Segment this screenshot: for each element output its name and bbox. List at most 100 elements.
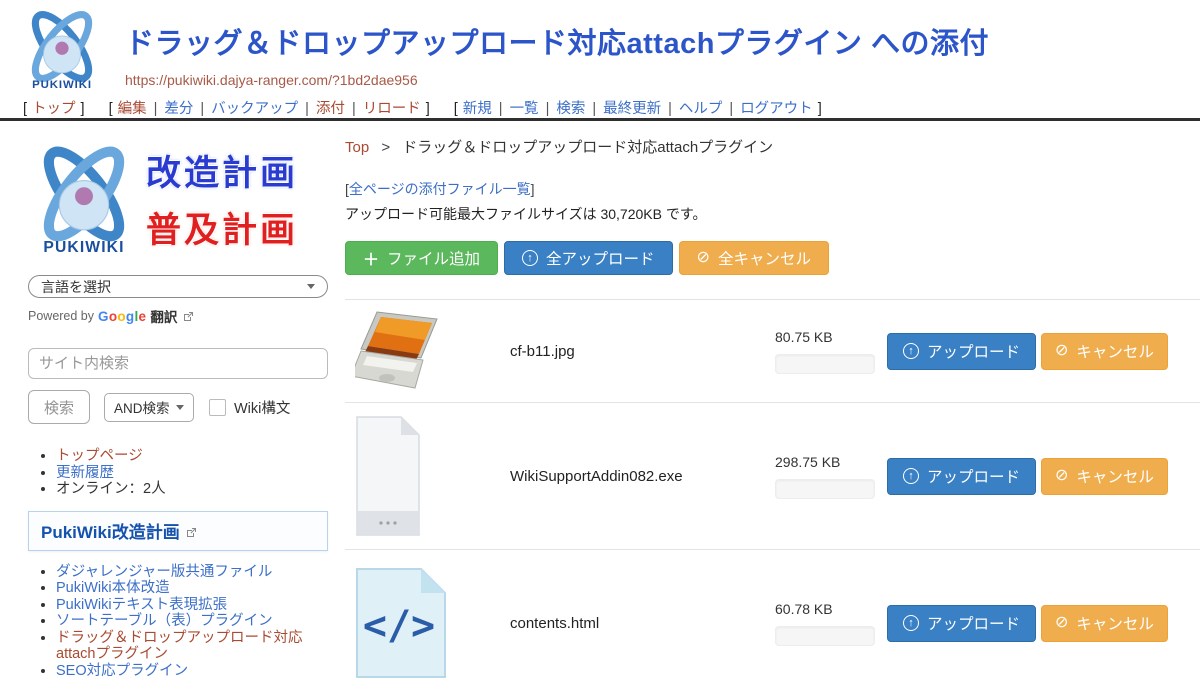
nav-item-new[interactable]: 新規 [463, 101, 492, 117]
list-item: PukiWiki本体改造 [56, 580, 329, 597]
generic-file-icon [355, 415, 421, 537]
main-content: Top > ドラッグ＆ドロップアップロード対応attachプラグイン [全ページ… [345, 124, 1200, 630]
upload-button[interactable]: ↑ アップロード [887, 458, 1036, 495]
upload-file-list: cf-b11.jpg 80.75 KB ↑ アップロード ⊘ キャンセル [345, 299, 1200, 696]
nav-item-search[interactable]: 検索 [556, 101, 585, 117]
sidebar-links-plugins: ダジャレンジャー版共通ファイル PukiWiki本体改造 PukiWikiテキス… [56, 564, 329, 680]
search-button[interactable]: 検索 [28, 390, 90, 424]
upload-circle-icon: ↑ [903, 468, 919, 484]
upload-progress-bar [775, 479, 875, 499]
logo-slogan-fukyu: 普及計画 [146, 202, 298, 253]
upload-progress-bar [775, 626, 875, 646]
sidebar-item-seo-plugin[interactable]: SEO対応プラグイン [56, 663, 188, 679]
file-size: 298.75 KB [775, 454, 887, 470]
pukiwiki-kaizo-link[interactable]: PukiWiki改造計画 [41, 523, 180, 542]
nav-item-top[interactable]: トップ [32, 101, 76, 117]
sidebar-item-history[interactable]: 更新履歴 [56, 465, 114, 481]
nav-item-backup[interactable]: バックアップ [211, 101, 298, 117]
language-select[interactable]: 言語を選択 [28, 275, 328, 298]
laptop-photo-thumbnail [355, 310, 449, 392]
nav-item-recent[interactable]: 最終更新 [603, 101, 661, 117]
cancel-button[interactable]: ⊘ キャンセル [1041, 333, 1168, 370]
sidebar-item-common-files[interactable]: ダジャレンジャー版共通ファイル [56, 564, 272, 580]
ban-icon: ⊘ [1055, 468, 1068, 484]
online-count: オンライン：2人 [56, 481, 166, 497]
top-navbar: [トップ] [編集|差分|バックアップ|添付|リロード] [新規|一覧|検索|最… [0, 96, 1200, 121]
sidebar-item-core-mod[interactable]: PukiWiki本体改造 [56, 580, 170, 596]
bracket: [ [109, 101, 113, 117]
wiki-syntax-label: Wiki構文 [234, 397, 290, 418]
list-item: トップページ [56, 448, 329, 465]
nav-item-attach[interactable]: 添付 [316, 101, 345, 117]
upload-progress-bar [775, 354, 875, 374]
breadcrumb-top-link[interactable]: Top [345, 139, 369, 156]
wiki-syntax-checkbox[interactable] [209, 399, 226, 416]
sidebar-logo[interactable]: PUKIWIKI 改造計画 普及計画 [28, 136, 329, 261]
logo-wordmark: PUKIWIKI [43, 239, 124, 256]
sidebar-item-sort-table[interactable]: ソートテーブル（表）プラグイン [56, 613, 273, 629]
upload-button[interactable]: ↑ アップロード [887, 605, 1036, 642]
html-file-icon: </> [355, 567, 447, 679]
sidebar-featured-box: PukiWiki改造計画 [28, 511, 328, 551]
cancel-button[interactable]: ⊘ キャンセル [1041, 605, 1168, 642]
list-item: 更新履歴 [56, 465, 329, 482]
translate-link[interactable]: 翻訳 [150, 306, 177, 326]
breadcrumb: Top > ドラッグ＆ドロップアップロード対応attachプラグイン [345, 136, 1200, 157]
sidebar-item-toppage[interactable]: トップページ [56, 448, 143, 464]
site-search-input[interactable] [28, 348, 328, 379]
max-upload-size-text: アップロード可能最大ファイルサイズは 30,720KB です。 [345, 204, 1200, 224]
all-attachments-link[interactable]: 全ページの添付ファイル一覧 [349, 181, 531, 197]
table-row: cf-b11.jpg 80.75 KB ↑ アップロード ⊘ キャンセル [345, 299, 1200, 402]
page-header: PUKIWIKI ドラッグ＆ドロップアップロード対応attachプラグイン への… [0, 0, 1200, 96]
ban-icon: ⊘ [1055, 615, 1068, 631]
svg-text:</>: </> [363, 603, 435, 649]
cancel-button[interactable]: ⊘ キャンセル [1041, 458, 1168, 495]
list-item: PukiWikiテキスト表現拡張 [56, 597, 329, 614]
nav-item-reload[interactable]: リロード [363, 101, 421, 117]
nav-item-help[interactable]: ヘルプ [679, 101, 723, 117]
search-mode-value: AND検索 [114, 397, 170, 417]
sidebar: PUKIWIKI 改造計画 普及計画 言語を選択 Powered by Goog… [0, 124, 345, 679]
logo-wordmark: PUKIWIKI [32, 79, 92, 91]
list-item: ダジャレンジャー版共通ファイル [56, 564, 329, 581]
external-link-icon [183, 311, 194, 322]
upload-circle-icon: ↑ [522, 250, 538, 266]
breadcrumb-current: ドラッグ＆ドロップアップロード対応attachプラグイン [402, 139, 773, 156]
bracket: ] [818, 101, 822, 117]
add-files-button[interactable]: ＋ ファイル追加 [345, 241, 498, 275]
bracket: ] [426, 101, 430, 117]
list-item: ソートテーブル（表）プラグイン [56, 613, 329, 630]
nav-item-logout[interactable]: ログアウト [740, 101, 813, 117]
bracket: [ [23, 101, 27, 117]
list-item: オンライン：2人 [56, 481, 329, 498]
powered-by-text: Powered by [28, 309, 94, 323]
nav-item-list[interactable]: 一覧 [510, 101, 539, 117]
logo-slogan-kaizo: 改造計画 [146, 145, 298, 196]
plus-icon: ＋ [363, 246, 379, 270]
chevron-down-icon [307, 284, 315, 289]
upload-button[interactable]: ↑ アップロード [887, 333, 1036, 370]
cancel-all-button[interactable]: ⊘ 全キャンセル [679, 241, 829, 275]
sidebar-item-dragdrop-attach[interactable]: ドラッグ＆ドロップアップロード対応attachプラグイン [56, 630, 303, 663]
file-size: 60.78 KB [775, 601, 887, 617]
sidebar-item-text-ext[interactable]: PukiWikiテキスト表現拡張 [56, 597, 227, 613]
ban-icon: ⊘ [697, 250, 710, 266]
nav-item-diff[interactable]: 差分 [164, 101, 193, 117]
attach-list-line: [全ページの添付ファイル一覧] [345, 179, 1200, 199]
upload-all-button[interactable]: ↑ 全アップロード [504, 241, 673, 275]
table-row: </> contents.html 60.78 KB ↑ アップロード ⊘ キャ… [345, 549, 1200, 696]
page-url-link[interactable]: https://pukiwiki.dajya-ranger.com/?1bd2d… [125, 72, 418, 88]
pukiwiki-atom-logo[interactable]: PUKIWIKI [16, 6, 108, 94]
language-select-value: 言語を選択 [41, 277, 111, 297]
nav-item-edit[interactable]: 編集 [118, 101, 147, 117]
pukiwiki-atom-logo-small: PUKIWIKI [28, 140, 140, 258]
external-link-icon [186, 527, 197, 538]
upload-toolbar: ＋ ファイル追加 ↑ 全アップロード ⊘ 全キャンセル [345, 241, 1200, 275]
google-logo: Google [98, 309, 146, 324]
chevron-down-icon [176, 405, 184, 410]
google-translate-attribution: Powered by Google 翻訳 [28, 306, 329, 326]
file-name: cf-b11.jpg [510, 343, 775, 360]
table-row: WikiSupportAddin082.exe 298.75 KB ↑ アップロ… [345, 402, 1200, 549]
file-name: contents.html [510, 615, 775, 632]
search-mode-select[interactable]: AND検索 [104, 393, 194, 422]
